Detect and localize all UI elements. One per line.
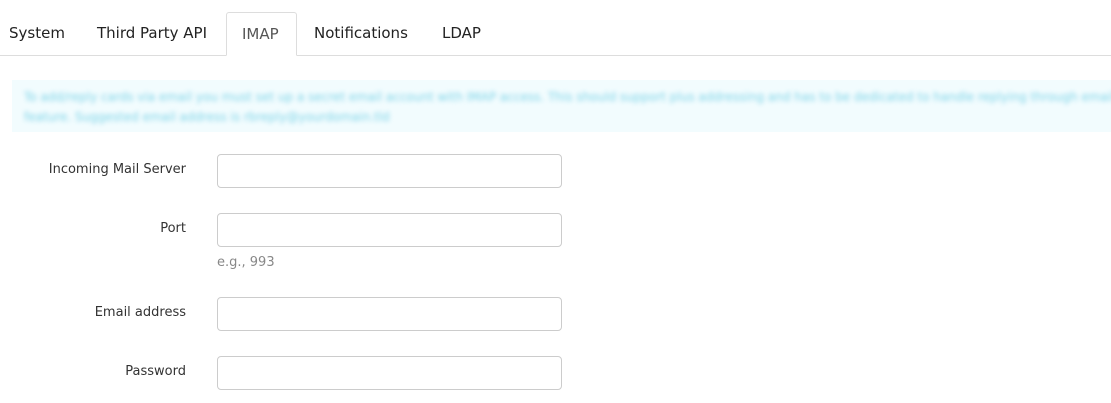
password-label: Password	[125, 364, 186, 379]
info-alert: To add/reply cards via email you must se…	[12, 80, 1111, 132]
tab-third-party-api[interactable]: Third Party API	[82, 12, 222, 55]
email-address-label: Email address	[94, 305, 186, 320]
incoming-mail-server-input[interactable]	[217, 154, 562, 188]
incoming-mail-server-label: Incoming Mail Server	[48, 162, 186, 177]
password-input[interactable]	[217, 356, 562, 390]
settings-tabs: System Third Party API IMAP Notification…	[0, 0, 1111, 56]
tab-notifications[interactable]: Notifications	[299, 12, 423, 55]
tab-ldap[interactable]: LDAP	[427, 12, 496, 55]
tab-imap[interactable]: IMAP	[226, 12, 297, 56]
info-text: To add/reply cards via email you must se…	[24, 90, 1111, 124]
email-address-input[interactable]	[217, 297, 562, 331]
port-help-text: e.g., 993	[217, 255, 275, 270]
port-label: Port	[160, 221, 186, 236]
port-input[interactable]	[217, 213, 562, 247]
tab-system[interactable]: System	[0, 12, 80, 55]
